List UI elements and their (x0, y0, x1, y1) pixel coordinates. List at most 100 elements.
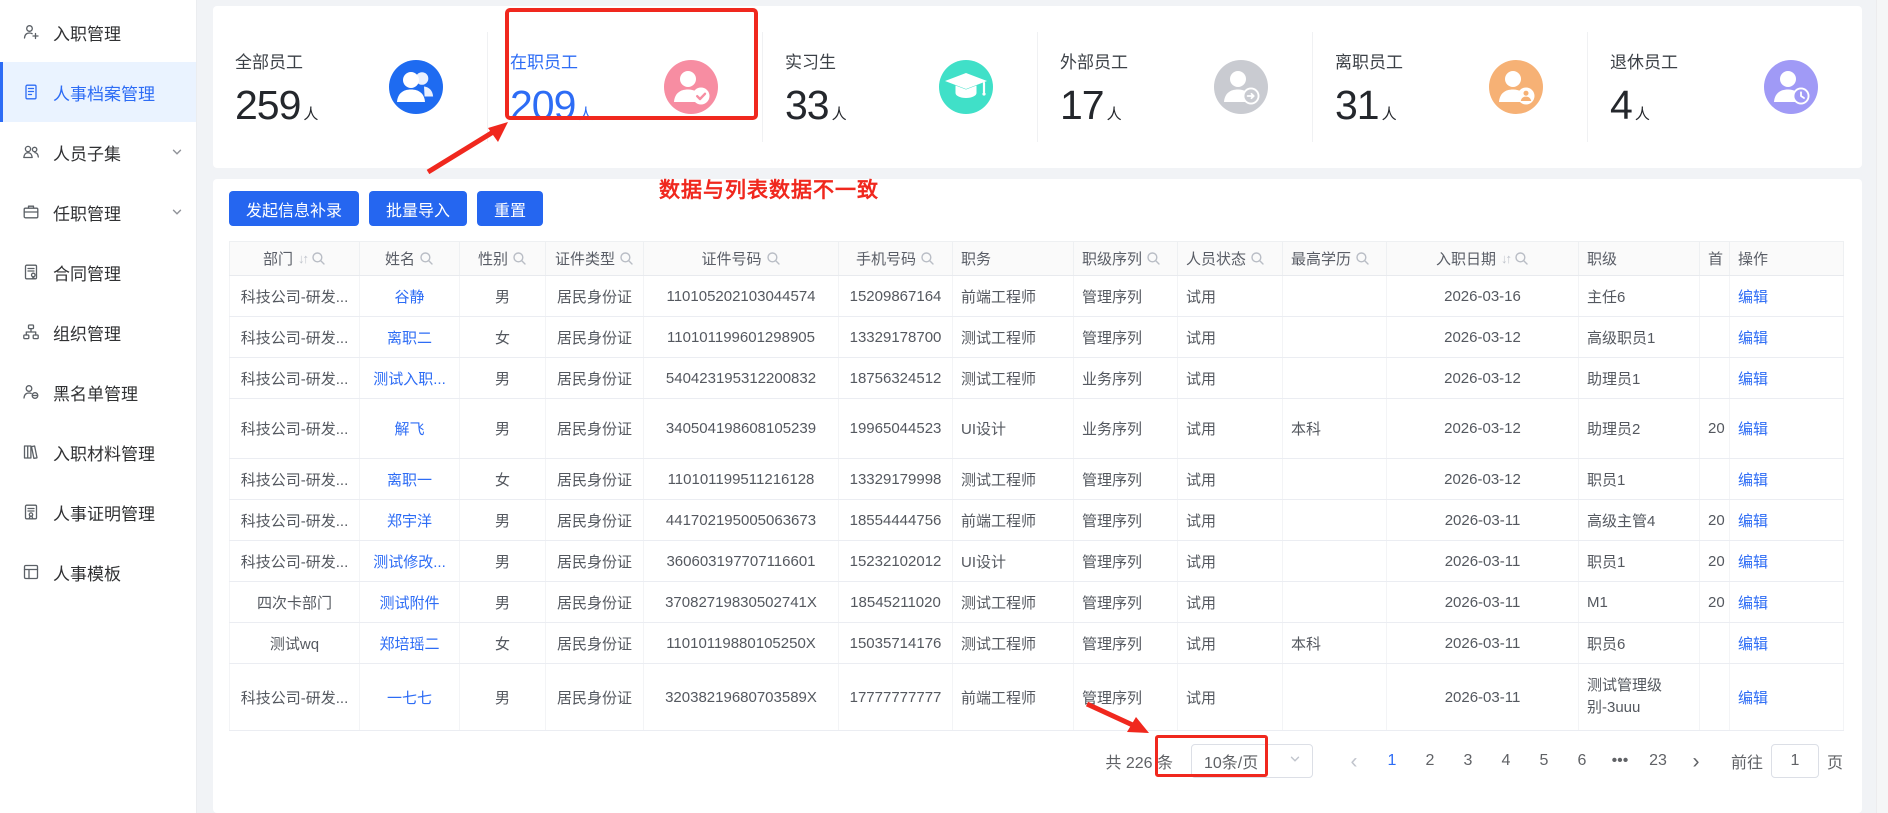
sort-icon[interactable]: ↓↑ (298, 251, 309, 266)
search-icon[interactable] (766, 251, 781, 266)
table-row: 科技公司-研发... 一七七 男居民身份证 32038219680703589X 177… (229, 663, 1844, 731)
stat-card-5[interactable]: 离职员工 31 人 (1312, 32, 1587, 142)
batch-import-button[interactable]: 批量导入 (369, 191, 468, 226)
hire-date-cell: 2026-03-11 (1386, 499, 1579, 541)
series-cell: 业务序列 (1073, 398, 1178, 459)
edit-link[interactable]: 编辑 (1738, 554, 1768, 571)
search-icon[interactable] (619, 251, 634, 266)
page-size-select[interactable]: 10条/页 (1190, 744, 1313, 778)
sidebar-item-9[interactable]: 人事证明管理 (0, 482, 196, 542)
phone-cell: 18554444756 (838, 499, 953, 541)
sidebar: 入职管理 人事档案管理 人员子集 任职管理 合同管理 组织管理 黑名单管理 入职材料管理人事证… (0, 0, 197, 813)
column-header-5[interactable]: 证件号码 (643, 241, 839, 276)
hire-date-cell: 2026-03-11 (1386, 663, 1579, 731)
sidebar-item-10[interactable]: 人事模板 (0, 542, 196, 602)
phone-cell: 19965044523 (838, 398, 953, 459)
gender-cell: 男 (459, 275, 546, 317)
search-icon[interactable] (311, 251, 326, 266)
status-cell: 试用 (1177, 540, 1283, 582)
employee-name-link[interactable]: 郑宇洋 (387, 513, 432, 530)
search-icon[interactable] (920, 251, 935, 266)
column-header-1[interactable]: 部门 ↓↑ (229, 241, 360, 276)
sidebar-item-6[interactable]: 组织管理 (0, 302, 196, 362)
stat-card-4[interactable]: 外部员工 17 人 (1037, 32, 1312, 142)
department-cell: 科技公司-研发... (229, 357, 360, 399)
employee-name-link[interactable]: 一七七 (387, 690, 432, 707)
initiate-info-supplement-button[interactable]: 发起信息补录 (229, 191, 360, 226)
name-cell: 测试修改... (359, 540, 460, 582)
employee-name-link[interactable]: 郑培瑶二 (379, 636, 439, 653)
page-number-1[interactable]: 1 (1382, 752, 1402, 770)
employee-name-link[interactable]: 离职二 (387, 330, 432, 347)
employee-name-link[interactable]: 测试修改... (373, 554, 446, 571)
page-number-2[interactable]: 2 (1420, 752, 1440, 770)
job-cell: UI设计 (952, 540, 1074, 582)
page-number-4[interactable]: 4 (1496, 752, 1516, 770)
sidebar-item-3[interactable]: 人员子集 (0, 122, 196, 182)
employee-name-link[interactable]: 解飞 (394, 421, 424, 438)
page-number-6[interactable]: 6 (1572, 752, 1592, 770)
search-icon[interactable] (1146, 251, 1161, 266)
actions-cell: 编辑 (1729, 622, 1844, 664)
edit-link[interactable]: 编辑 (1738, 472, 1768, 489)
stat-card-6[interactable]: 退休员工 4 人 (1587, 32, 1862, 142)
edit-link[interactable]: 编辑 (1738, 636, 1768, 653)
sidebar-item-label: 人事证明管理 (53, 504, 155, 524)
stat-card-2[interactable]: 在职员工 209 人 (487, 32, 762, 142)
actions-cell: 编辑 (1729, 663, 1844, 731)
search-icon[interactable] (1355, 251, 1370, 266)
page-number-23[interactable]: 23 (1648, 752, 1668, 770)
page-number-5[interactable]: 5 (1534, 752, 1554, 770)
column-header-6[interactable]: 手机号码 (838, 241, 953, 276)
edit-link[interactable]: 编辑 (1738, 371, 1768, 388)
edit-link[interactable]: 编辑 (1738, 330, 1768, 347)
search-icon[interactable] (1250, 251, 1265, 266)
sort-icon[interactable]: ↓↑ (1501, 251, 1512, 266)
stat-card-3[interactable]: 实习生 33 人 (762, 32, 1037, 142)
sidebar-item-2[interactable]: 人事档案管理 (0, 62, 196, 122)
sidebar-item-1[interactable]: 入职管理 (0, 2, 196, 62)
employee-name-link[interactable]: 测试附件 (379, 595, 439, 612)
search-icon[interactable] (1514, 251, 1529, 266)
search-icon[interactable] (512, 251, 527, 266)
stat-card-1[interactable]: 全部员工 259 人 (213, 32, 487, 142)
briefcase-icon (22, 203, 40, 221)
goto-page-input[interactable] (1770, 744, 1819, 778)
search-icon[interactable] (419, 251, 434, 266)
edit-link[interactable]: 编辑 (1738, 690, 1768, 707)
hire-date-cell: 2026-03-11 (1386, 540, 1579, 582)
sidebar-item-4[interactable]: 任职管理 (0, 182, 196, 242)
next-page-button[interactable]: › (1686, 751, 1706, 772)
employee-name-link[interactable]: 离职一 (387, 472, 432, 489)
column-header-3[interactable]: 性别 (459, 241, 546, 276)
edit-link[interactable]: 编辑 (1738, 595, 1768, 612)
phone-cell: 13329178700 (838, 316, 953, 358)
first-cell (1699, 622, 1730, 664)
edit-link[interactable]: 编辑 (1738, 513, 1768, 530)
column-header-4[interactable]: 证件类型 (545, 241, 644, 276)
hire-date-cell: 2026-03-12 (1386, 398, 1579, 459)
column-header-2[interactable]: 姓名 (359, 241, 460, 276)
column-header-9[interactable]: 人员状态 (1177, 241, 1283, 276)
actions-cell: 编辑 (1729, 458, 1844, 500)
employee-name-link[interactable]: 谷静 (394, 289, 424, 306)
sidebar-item-8[interactable]: 入职材料管理 (0, 422, 196, 482)
column-header-10[interactable]: 最高学历 (1282, 241, 1387, 276)
cert-type-cell: 居民身份证 (545, 540, 644, 582)
chevron-down-icon (170, 205, 184, 219)
sidebar-item-7[interactable]: 黑名单管理 (0, 362, 196, 422)
scrollbar-track[interactable] (1876, 0, 1888, 813)
reset-button[interactable]: 重置 (477, 191, 544, 226)
column-label: 性别 (477, 251, 508, 268)
edit-link[interactable]: 编辑 (1738, 421, 1768, 438)
employee-name-link[interactable]: 测试入职... (373, 371, 446, 388)
prev-page-button[interactable]: ‹ (1344, 751, 1364, 772)
edit-link[interactable]: 编辑 (1738, 289, 1768, 306)
stat-text: 离职员工 31 人 (1335, 48, 1403, 126)
column-header-8[interactable]: 职级序列 (1073, 241, 1178, 276)
column-header-11[interactable]: 入职日期 ↓↑ (1386, 241, 1579, 276)
pages-ellipsis[interactable]: ••• (1610, 752, 1630, 770)
sidebar-item-5[interactable]: 合同管理 (0, 242, 196, 302)
page-number-3[interactable]: 3 (1458, 752, 1478, 770)
org-chart-icon (22, 323, 40, 341)
